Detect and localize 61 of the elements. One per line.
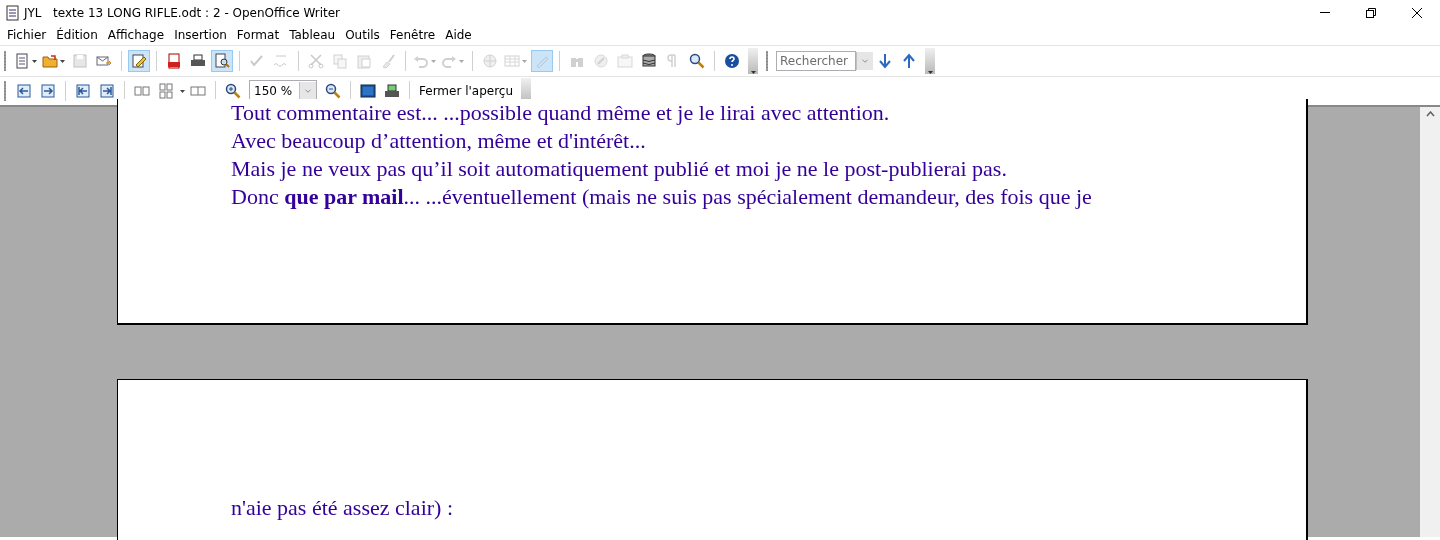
text-line: Donc que par mail... ...éventuellement (mais ne suis pas spécialement demandeur, des fois que je xyxy=(231,183,1093,211)
printer-icon xyxy=(384,83,400,99)
vertical-scrollbar[interactable] xyxy=(1420,107,1440,537)
text-line: n'aie pas été assez clair) : xyxy=(231,494,454,522)
document-icon xyxy=(6,4,20,21)
dropdown-caret-icon[interactable] xyxy=(59,59,65,63)
table-icon xyxy=(504,53,520,69)
pdf-icon xyxy=(166,53,182,69)
last-page-icon xyxy=(99,83,115,99)
printer-icon xyxy=(190,53,206,69)
menu-item[interactable]: Aide xyxy=(440,28,477,42)
book-view-icon xyxy=(190,83,206,99)
envelope-icon xyxy=(96,53,112,69)
redo-icon xyxy=(441,53,457,69)
next-page-icon xyxy=(40,83,56,99)
folder-icon xyxy=(42,53,58,69)
scissors-icon xyxy=(308,53,324,69)
window-title: JYL texte 13 LONG RIFLE.odt : 2 - OpenOffice Writer xyxy=(24,5,341,20)
dropdown-caret-icon[interactable] xyxy=(31,59,37,63)
search-field[interactable]: Rechercher xyxy=(776,51,856,71)
menu-item[interactable]: Tableau xyxy=(284,28,341,42)
menu-item[interactable]: Affichage xyxy=(102,28,170,42)
toolbar-overflow-icon[interactable] xyxy=(927,71,933,74)
zoom-out-icon xyxy=(325,83,341,99)
menu-item[interactable]: Fenêtre xyxy=(384,28,441,42)
magnifier-on-page-button[interactable] xyxy=(211,50,233,72)
menu-item[interactable]: Fichier xyxy=(2,28,52,42)
previous-page-icon xyxy=(16,83,32,99)
copy-icon xyxy=(332,53,348,69)
toolbar-overflow-icon[interactable] xyxy=(750,71,756,74)
database-icon xyxy=(641,53,657,69)
clipboard-icon xyxy=(356,53,372,69)
menu-item[interactable]: Insertion xyxy=(169,28,232,42)
zoom-in-icon xyxy=(225,83,241,99)
help-icon xyxy=(724,53,740,69)
menu-item[interactable]: Format xyxy=(231,28,285,42)
paintbrush-icon xyxy=(380,53,396,69)
magnifier-on-page-icon xyxy=(214,53,230,69)
menu-item[interactable]: Édition xyxy=(51,28,103,42)
monitor-icon xyxy=(360,83,376,99)
dropdown-caret-icon[interactable] xyxy=(179,89,185,93)
menu-item[interactable]: Outils xyxy=(340,28,385,42)
zoom-icon xyxy=(689,53,705,69)
scroll-up-icon[interactable] xyxy=(1425,111,1435,117)
close-icon xyxy=(1412,7,1422,18)
arrow-down-icon xyxy=(877,53,893,69)
close-preview-button[interactable]: Fermer l'aperçu xyxy=(415,82,518,100)
restore-icon xyxy=(1366,7,1376,18)
globe-icon xyxy=(482,53,498,69)
text-line: Avec beaucoup d’attention, même et d'intérêt... xyxy=(231,127,647,155)
arrow-up-icon xyxy=(901,53,917,69)
two-pages-icon xyxy=(134,83,150,99)
text-line: Mais je ne veux pas qu’il soit automatiquement publié et moi je ne le post-publierai pas. xyxy=(231,155,1008,183)
new-document-icon xyxy=(14,53,30,69)
text-line: Tout commentaire est... ...possible quand même et je le lirai avec attention. xyxy=(231,99,891,127)
pencil-on-page-button[interactable] xyxy=(128,50,150,72)
pencil-on-page-icon xyxy=(131,53,147,69)
spellcheck-icon xyxy=(249,53,265,69)
minimize-icon xyxy=(1320,12,1330,13)
first-page-icon xyxy=(75,83,91,99)
undo-icon xyxy=(413,53,429,69)
